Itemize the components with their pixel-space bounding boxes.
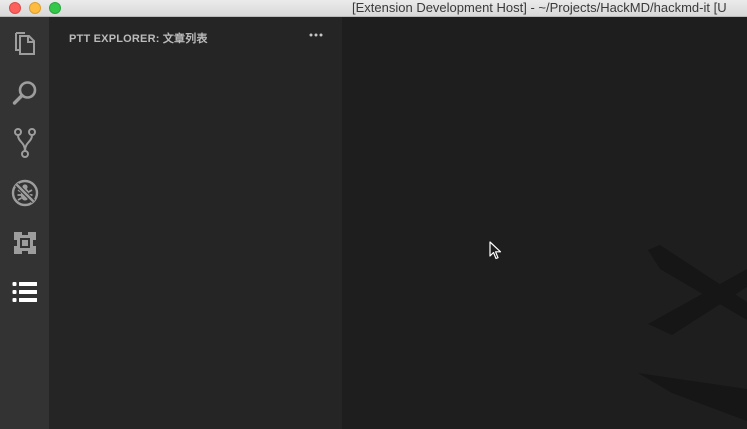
activity-ptt-explorer[interactable] [0, 268, 49, 316]
vscode-window: [Extension Development Host] - ~/Project… [0, 0, 747, 429]
activity-debug[interactable] [0, 169, 49, 217]
files-icon [14, 32, 35, 55]
window-title: [Extension Development Host] - ~/Project… [352, 0, 727, 15]
close-window-button[interactable] [9, 2, 21, 14]
vscode-logo-watermark-icon [638, 245, 747, 421]
list-icon [12, 282, 37, 302]
activity-explorer[interactable] [0, 20, 49, 68]
source-control-icon [13, 128, 36, 158]
activity-source-control[interactable] [0, 119, 49, 167]
zoom-window-button[interactable] [49, 2, 61, 14]
activity-bar [0, 17, 49, 429]
search-icon [12, 81, 36, 105]
editor-area[interactable] [342, 17, 747, 429]
more-actions-button[interactable] [306, 27, 326, 43]
side-bar: PTT EXPLORER: 文章列表 [49, 17, 342, 429]
extensions-icon [13, 232, 36, 254]
sidebar-title: PTT EXPLORER: 文章列表 [69, 33, 208, 45]
title-bar: [Extension Development Host] - ~/Project… [0, 0, 747, 17]
more-icon [309, 33, 323, 37]
activity-search[interactable] [0, 69, 49, 117]
activity-extensions[interactable] [0, 219, 49, 267]
minimize-window-button[interactable] [29, 2, 41, 14]
debug-icon [11, 179, 38, 207]
mouse-pointer-icon [489, 241, 502, 260]
